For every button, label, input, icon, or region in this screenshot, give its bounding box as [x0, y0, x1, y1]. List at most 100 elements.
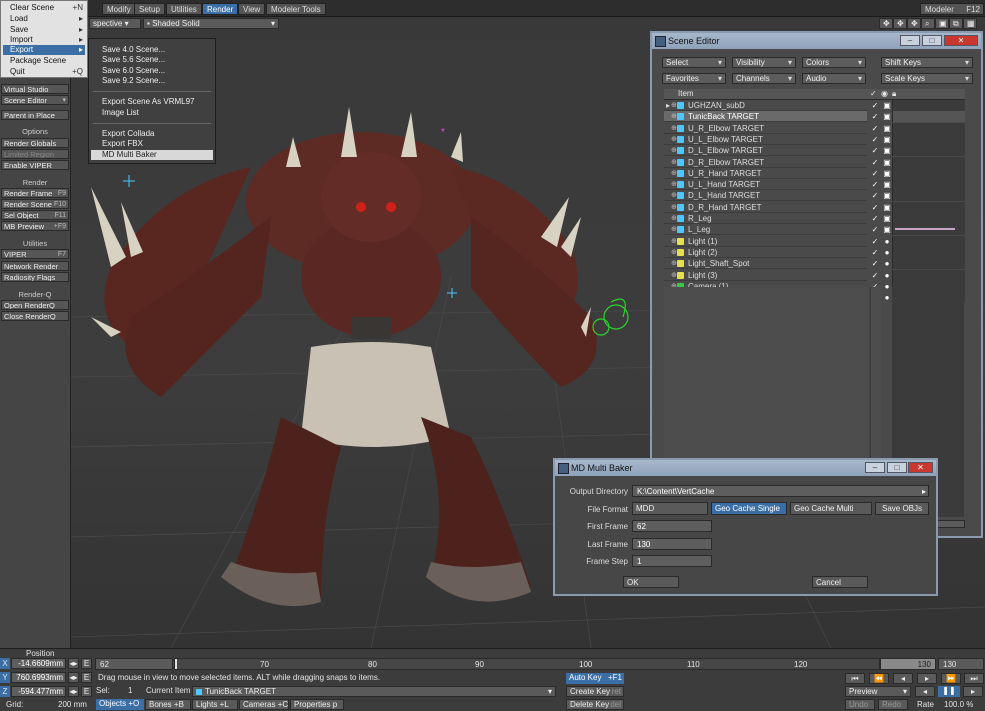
- y-stepper-icon[interactable]: ◂▸: [68, 672, 79, 683]
- tab-bones[interactable]: Bones +B: [145, 699, 191, 710]
- prev-key-icon[interactable]: ⏪: [869, 673, 889, 684]
- render-toggle-icon[interactable]: ▣: [882, 224, 892, 235]
- y-envelope-button[interactable]: E: [81, 672, 92, 683]
- x-envelope-button[interactable]: E: [81, 658, 92, 669]
- virtual-studio-button[interactable]: Virtual Studio: [1, 84, 69, 94]
- scene-item-row[interactable]: ⊕ Light (2) ✓ ●: [664, 246, 965, 258]
- visibility-check-icon[interactable]: ✓: [870, 134, 880, 145]
- visibility-check-icon[interactable]: ✓: [870, 157, 880, 168]
- maximize-view-icon[interactable]: ⧉: [949, 18, 963, 29]
- render-toggle-icon[interactable]: ▣: [882, 168, 892, 179]
- browse-arrow-icon[interactable]: ▸: [922, 486, 926, 497]
- prev-frame-icon[interactable]: ◂: [893, 673, 913, 684]
- scene-item-row[interactable]: ⊕ D_R_Hand TARGET ✓ ▣: [664, 201, 965, 213]
- colors-dropdown[interactable]: Colors: [802, 57, 866, 68]
- dopesheet-cell[interactable]: [892, 224, 965, 236]
- visibility-check-icon[interactable]: ✓: [870, 258, 880, 269]
- rate-value[interactable]: 100.0 %: [944, 700, 973, 710]
- dopesheet-cell[interactable]: [892, 167, 965, 179]
- item-options-icon[interactable]: ⊕: [671, 168, 677, 179]
- parent-in-place-button[interactable]: Parent in Place: [1, 110, 69, 120]
- create-key-button[interactable]: Create Key ret: [566, 686, 624, 697]
- render-toggle-icon[interactable]: ●: [882, 258, 892, 269]
- menu-item-md-multi-baker[interactable]: MD Multi Baker: [91, 150, 213, 160]
- item-options-icon[interactable]: ⊕: [671, 157, 677, 168]
- render-toggle-icon[interactable]: ●: [882, 236, 892, 247]
- scene-editor-button[interactable]: Scene Editor ▾: [1, 95, 69, 105]
- render-toggle-icon[interactable]: ▣: [882, 190, 892, 201]
- tab-modeler-tools[interactable]: Modeler Tools: [266, 3, 326, 15]
- menu-item-save[interactable]: Save ▸: [3, 25, 85, 35]
- viper-button[interactable]: VIPER F7: [1, 249, 69, 259]
- render-toggle-icon[interactable]: ▣: [882, 179, 892, 190]
- visibility-check-icon[interactable]: ✓: [870, 168, 880, 179]
- network-render-button[interactable]: Network Render: [1, 261, 69, 271]
- y-position-field[interactable]: 760.6993mm: [11, 672, 66, 683]
- scene-item-row[interactable]: ⊕ U_L_Elbow TARGET ✓ ▣: [664, 133, 965, 145]
- maximize-button[interactable]: □: [887, 462, 907, 473]
- item-options-icon[interactable]: ⊕: [671, 224, 677, 235]
- timeline-playhead[interactable]: [175, 659, 177, 669]
- item-options-icon[interactable]: ⊕: [671, 213, 677, 224]
- render-toggle-icon[interactable]: ▣: [882, 123, 892, 134]
- menu-item-export-vrml97[interactable]: Export Scene As VRML97: [91, 97, 213, 107]
- visibility-check-icon[interactable]: ✓: [870, 100, 880, 111]
- enable-viper-button[interactable]: Enable VIPER: [1, 160, 69, 170]
- menu-item-save-92[interactable]: Save 9.2 Scene...: [91, 76, 213, 86]
- scene-item-row[interactable]: ⊕ L_Leg ✓ ▣: [664, 224, 965, 236]
- item-options-icon[interactable]: ⊕: [671, 247, 677, 258]
- render-toggle-icon[interactable]: ▣: [882, 213, 892, 224]
- scene-item-row[interactable]: ⊕ Light (3) ✓ ●: [664, 269, 965, 281]
- visibility-check-icon[interactable]: ✓: [870, 190, 880, 201]
- sel-object-button[interactable]: Sel Object F11: [1, 210, 69, 220]
- tab-objects[interactable]: Objects +O: [96, 699, 144, 710]
- expand-arrow-icon[interactable]: ▸: [666, 100, 670, 111]
- minimize-button[interactable]: –: [900, 35, 920, 46]
- item-options-icon[interactable]: ⊕: [671, 134, 677, 145]
- render-toggle-icon[interactable]: ●: [882, 281, 892, 292]
- item-options-icon[interactable]: ⊕: [671, 236, 677, 247]
- item-options-icon[interactable]: ⊕: [671, 111, 677, 122]
- menu-item-export[interactable]: Export ▸: [3, 45, 85, 55]
- visibility-check-icon[interactable]: ✓: [870, 224, 880, 235]
- modeler-button[interactable]: Modeler F12: [920, 3, 984, 15]
- ok-button[interactable]: OK: [623, 576, 679, 588]
- current-item-dropdown[interactable]: TunicBack TARGET ▾: [192, 686, 556, 697]
- item-options-icon[interactable]: ⊕: [671, 123, 677, 134]
- render-frame-button[interactable]: Render Frame F9: [1, 188, 69, 198]
- dopesheet-cell[interactable]: [892, 156, 965, 168]
- scene-item-row[interactable]: ⊕ Light (1) ✓ ●: [664, 235, 965, 247]
- frame-step-field[interactable]: 1: [632, 555, 712, 567]
- timeline-slider[interactable]: 70 80 90 100 110 120: [174, 658, 880, 670]
- menu-item-package-scene[interactable]: Package Scene: [3, 56, 85, 66]
- dopesheet-cell[interactable]: [892, 133, 965, 145]
- visibility-check-icon[interactable]: ✓: [870, 202, 880, 213]
- render-toggle-icon[interactable]: ▣: [882, 202, 892, 213]
- next-frame-icon[interactable]: ▸: [917, 673, 937, 684]
- x-stepper-icon[interactable]: ◂▸: [68, 658, 79, 669]
- play-icon[interactable]: ▸: [963, 686, 983, 697]
- dopesheet-cell[interactable]: [892, 190, 965, 202]
- render-toggle-icon[interactable]: ●: [882, 292, 892, 303]
- scale-keys-dropdown[interactable]: Scale Keys: [881, 73, 973, 84]
- undo-button[interactable]: Undo: [845, 699, 875, 710]
- dopesheet-cell[interactable]: [892, 235, 965, 247]
- dopesheet-cell[interactable]: [892, 145, 965, 157]
- menu-item-save-40[interactable]: Save 4.0 Scene...: [91, 45, 213, 55]
- render-toggle-icon[interactable]: ▣: [882, 134, 892, 145]
- scene-item-row[interactable]: ⊕ Light_Shaft_Spot ✓ ●: [664, 258, 965, 270]
- format-mdd-button[interactable]: MDD: [632, 502, 708, 515]
- menu-item-load[interactable]: Load ▸: [3, 14, 85, 24]
- x-position-field[interactable]: -14.6609mm: [11, 658, 66, 669]
- tab-properties[interactable]: Properties p: [290, 699, 344, 710]
- scene-item-row[interactable]: ⊕ D_R_Elbow TARGET ✓ ▣: [664, 156, 965, 168]
- radiosity-flags-button[interactable]: Radiosity Flags: [1, 272, 69, 282]
- maximize-button[interactable]: □: [922, 35, 942, 46]
- item-options-icon[interactable]: ⊕: [671, 202, 677, 213]
- tab-setup[interactable]: Setup: [134, 3, 165, 15]
- visibility-check-icon[interactable]: ✓: [870, 213, 880, 224]
- dopesheet-cell[interactable]: [892, 122, 965, 134]
- mb-preview-button[interactable]: MB Preview +F9: [1, 221, 69, 231]
- dopesheet-cell[interactable]: [892, 179, 965, 191]
- tab-utilities[interactable]: Utilities: [166, 3, 202, 15]
